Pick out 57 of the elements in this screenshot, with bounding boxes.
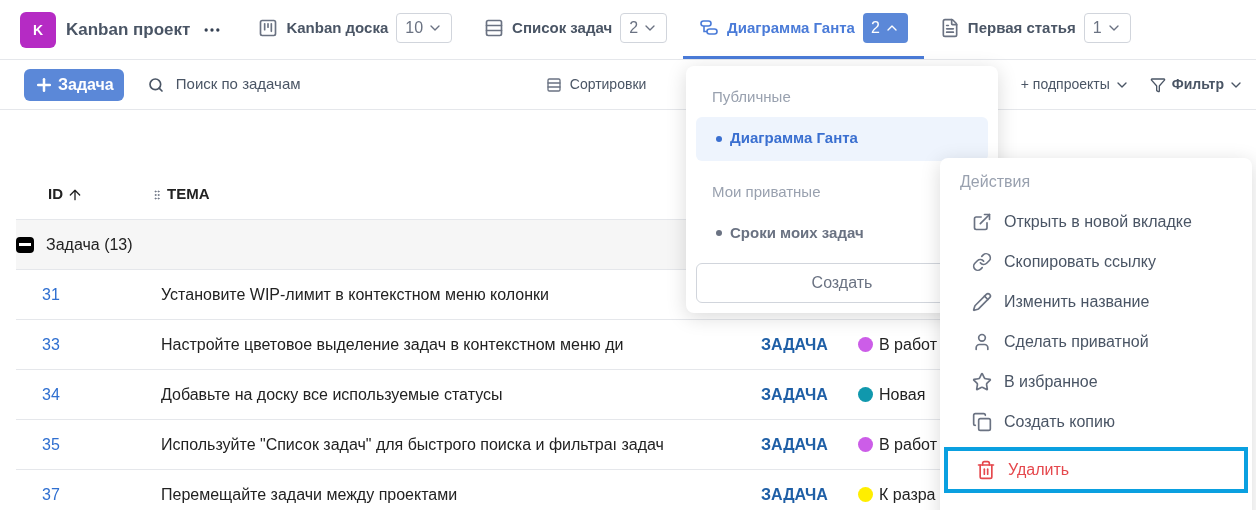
menu-title: Действия: [959, 172, 1032, 192]
view-tab[interactable]: Список задач 2: [468, 0, 684, 59]
task-id-link[interactable]: 35: [16, 432, 161, 457]
menu-item[interactable]: В избранное: [944, 362, 1248, 402]
count-dropdown[interactable]: 10: [396, 13, 453, 43]
task-subject: Используйте "Список задач" для быстрого поиска и фильтраı задач: [161, 434, 665, 455]
task-status: В работ: [879, 334, 937, 355]
collapse-icon[interactable]: [16, 236, 34, 253]
task-id-link[interactable]: 31: [16, 282, 161, 307]
pencil-icon: [972, 292, 992, 312]
task-subject: Настройте цветовое выделение задач в контекстном меню ди: [161, 334, 625, 355]
sort-label[interactable]: Сортировки: [569, 74, 647, 95]
view-tab[interactable]: Диаграмма Ганта 2: [683, 0, 924, 59]
search-field[interactable]: Поиск по задачам: [175, 73, 426, 96]
project-name: Kanban проект: [66, 18, 191, 41]
task-subject: Перемещайте задачи между проектами: [161, 484, 459, 505]
subprojects-button[interactable]: + подпроекты: [1020, 74, 1130, 95]
filter-icon: [1149, 76, 1166, 93]
user-icon: [972, 332, 992, 352]
task-id-link[interactable]: 34: [16, 382, 161, 407]
group-label: Задача (13): [46, 234, 133, 255]
trash-icon: [976, 460, 996, 480]
task-status: К разра: [879, 484, 936, 505]
menu-item[interactable]: Создать копию: [944, 402, 1248, 442]
task-id-link[interactable]: 33: [16, 332, 161, 357]
task-id-link[interactable]: 37: [16, 482, 161, 507]
menu-item[interactable]: Сделать приватной: [944, 322, 1248, 362]
count-dropdown[interactable]: 1: [1083, 13, 1131, 43]
task-subject: Добавьте на доску все используемые статусы: [161, 384, 504, 405]
project-avatar[interactable]: K: [20, 11, 56, 48]
sort-icon: [545, 76, 562, 93]
column-header[interactable]: ID: [48, 183, 63, 206]
copy-icon: [972, 412, 992, 432]
view-item[interactable]: Диаграмма Ганта: [696, 116, 988, 161]
star-icon: [972, 372, 992, 392]
task-type: ЗАДАЧА: [761, 384, 829, 405]
task-status: Новая: [879, 384, 926, 405]
menu-item[interactable]: Удалить: [944, 447, 1248, 493]
task-type: ЗАДАЧА: [761, 334, 829, 355]
task-status: В работ: [879, 434, 937, 455]
task-subject: Установите WIP-лимит в контекстном меню колонки: [161, 284, 551, 305]
count-dropdown[interactable]: 2: [862, 13, 908, 43]
list-icon: [484, 18, 505, 38]
search-icon: [147, 76, 164, 93]
external-link-icon: [972, 212, 992, 232]
count-dropdown[interactable]: 2: [620, 13, 668, 43]
gantt-icon: [699, 18, 720, 38]
add-task-button[interactable]: Задача: [24, 68, 124, 101]
board-icon: [258, 18, 279, 38]
link-icon: [972, 252, 992, 272]
filter-button[interactable]: Фильтр: [1171, 74, 1244, 95]
column-header[interactable]: ТЕМА: [167, 183, 210, 206]
section-title: Публичные: [711, 87, 792, 107]
task-type: ЗАДАЧА: [761, 484, 829, 505]
view-tab[interactable]: Первая статья 1: [923, 0, 1147, 59]
view-tab[interactable]: Kanban доска 10: [242, 0, 469, 59]
task-type: ЗАДАЧА: [761, 434, 829, 455]
